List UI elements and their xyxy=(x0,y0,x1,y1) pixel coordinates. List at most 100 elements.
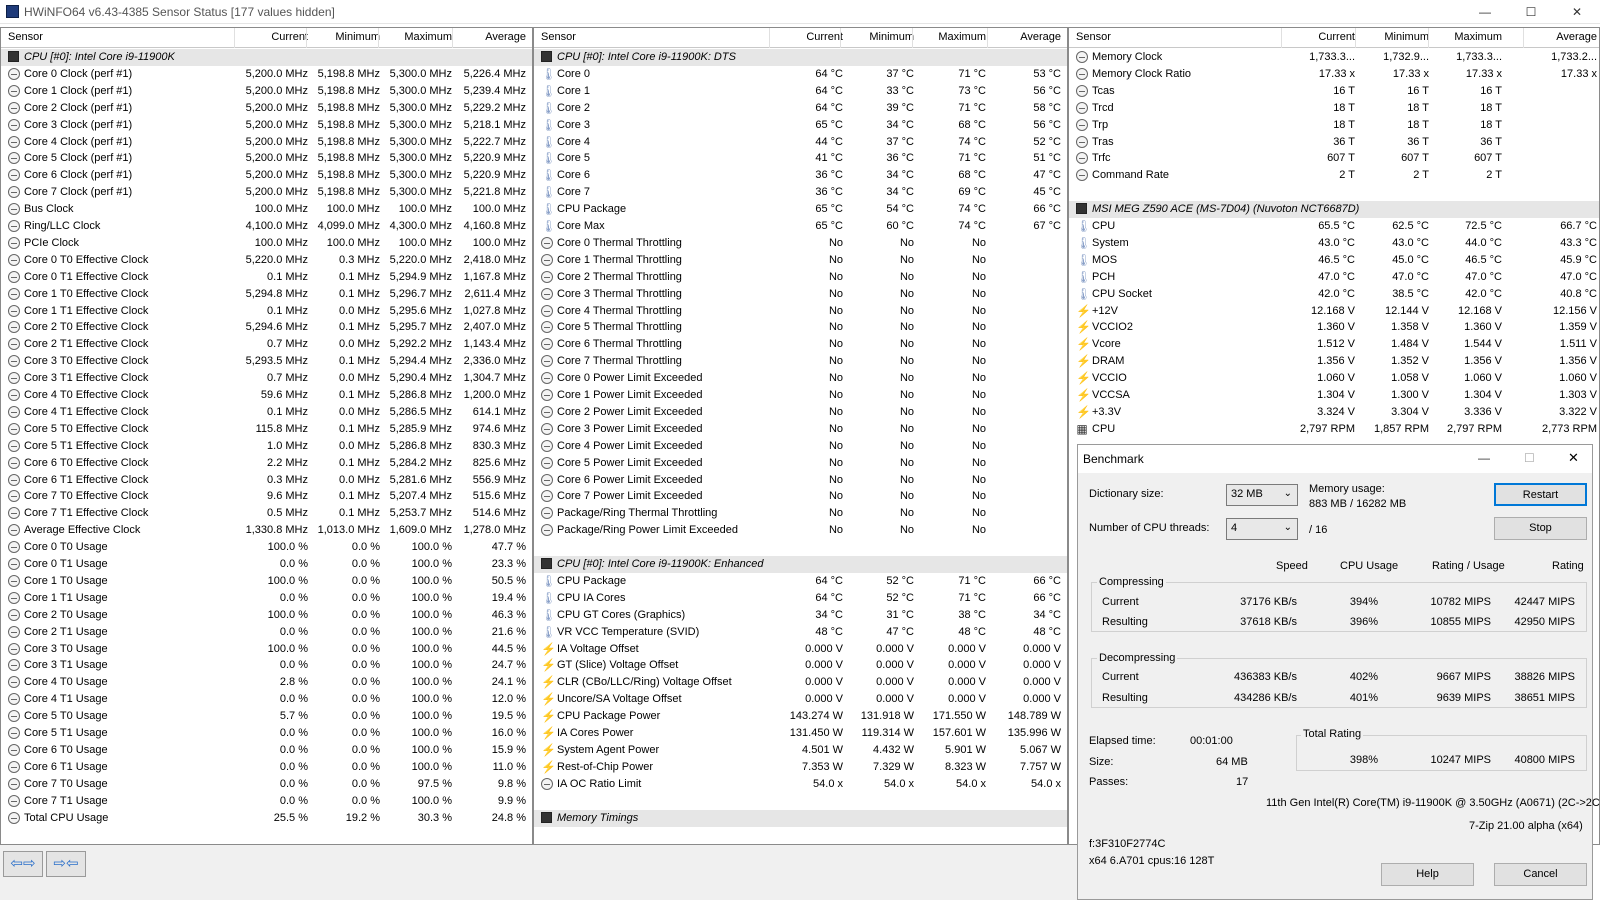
sensor-row[interactable]: Core 5 T0 Usage 5.7 % 0.0 % 100.0 % 19.5 % xyxy=(1,708,532,725)
sensor-row[interactable]: ⚡ CLR (CBo/LLC/Ring) Voltage Offset 0.000 … xyxy=(534,674,1067,691)
sensor-row[interactable]: 🌡 CPU IA Cores 64 °C 52 °C 71 °C 66 °C xyxy=(534,590,1067,607)
sensor-row[interactable]: Core 6 Power Limit Exceeded No No No xyxy=(534,472,1067,489)
header-maximum[interactable]: Maximum xyxy=(1454,31,1502,43)
sensor-row[interactable]: Core 5 Power Limit Exceeded No No No xyxy=(534,455,1067,472)
navigate-reset-button[interactable]: ⇨⇦ xyxy=(46,851,86,877)
sensor-row[interactable]: Core 2 T0 Effective Clock 5,294.6 MHz 0.1 … xyxy=(1,319,532,336)
header-sensor[interactable]: Sensor xyxy=(1076,31,1111,43)
sensor-row[interactable]: Core 7 T0 Usage 0.0 % 0.0 % 97.5 % 9.8 % xyxy=(1,776,532,793)
sensor-row[interactable]: Core 5 T1 Effective Clock 1.0 MHz 0.0 MHz 5… xyxy=(1,438,532,455)
sensor-row[interactable]: 🌡 PCH 47.0 °C 47.0 °C 47.0 °C 47.0 °C xyxy=(1069,269,1599,286)
sensor-row[interactable]: Tcas 16 T 16 T 16 T xyxy=(1069,83,1599,100)
sensor-row[interactable]: Command Rate 2 T 2 T 2 T xyxy=(1069,167,1599,184)
sensor-row[interactable]: Core 0 Thermal Throttling No No No xyxy=(534,235,1067,252)
header-separator[interactable] xyxy=(1523,28,1524,48)
sensor-row[interactable]: Core 3 T1 Effective Clock 0.7 MHz 0.0 MHz 5… xyxy=(1,370,532,387)
sensor-group-header[interactable]: MSI MEG Z590 ACE (MS-7D04) (Nuvoton NCT6… xyxy=(1069,201,1599,219)
sensor-row[interactable]: Core 5 Thermal Throttling No No No xyxy=(534,319,1067,336)
sensor-row[interactable]: Memory Clock 1,733.3... 1,732.9... 1,733.3.… xyxy=(1069,49,1599,66)
sensor-group-header[interactable]: Memory Timings xyxy=(534,809,1067,827)
header-current[interactable]: Current xyxy=(1318,31,1355,43)
sensor-group-header[interactable]: CPU [#0]: Intel Core i9-11900K: Enhanced xyxy=(534,556,1067,573)
sensor-panel-2[interactable]: Sensor Current Minimum Maximum Average CPU [#… xyxy=(533,27,1068,845)
sensor-row[interactable]: 🌡 MOS 46.5 °C 45.0 °C 46.5 °C 45.9 °C xyxy=(1069,252,1599,269)
sensor-row[interactable]: Core 4 T0 Usage 2.8 % 0.0 % 100.0 % 24.1 % xyxy=(1,674,532,691)
header-maximum[interactable]: Maximum xyxy=(938,31,986,43)
cpu-threads-select[interactable]: 4 ⌄ xyxy=(1226,518,1298,540)
minimize-button[interactable]: — xyxy=(1462,0,1508,24)
sensor-row[interactable]: Core 6 T1 Effective Clock 0.3 MHz 0.0 MHz 5… xyxy=(1,472,532,489)
sensor-row[interactable]: Package/Ring Power Limit Exceeded No No No xyxy=(534,522,1067,539)
sensor-row[interactable]: Core 6 Clock (perf #1) 5,200.0 MHz 5,198.8… xyxy=(1,167,532,184)
sensor-row[interactable]: 🌡 Core 0 64 °C 37 °C 71 °C 53 °C xyxy=(534,66,1067,83)
sensor-row[interactable]: ⚡ VCCIO 1.060 V 1.058 V 1.060 V 1.060 V xyxy=(1069,370,1599,387)
header-separator[interactable] xyxy=(987,28,988,48)
dictionary-size-select[interactable]: 32 MB ⌄ xyxy=(1226,484,1298,506)
sensor-row[interactable]: ⚡ Vcore 1.512 V 1.484 V 1.544 V 1.511 V xyxy=(1069,336,1599,353)
sensor-row[interactable]: Core 6 T0 Effective Clock 2.2 MHz 0.1 MHz 5… xyxy=(1,455,532,472)
sensor-row[interactable]: IA OC Ratio Limit 54.0 x 54.0 x 54.0 x 54.0 … xyxy=(534,776,1067,793)
header-current[interactable]: Current xyxy=(271,31,308,43)
sensor-row[interactable]: Core 0 T1 Usage 0.0 % 0.0 % 100.0 % 23.3 % xyxy=(1,556,532,573)
header-separator[interactable] xyxy=(912,28,913,48)
benchmark-minimize-button[interactable]: — xyxy=(1478,451,1490,465)
sensor-row[interactable]: Core 3 Clock (perf #1) 5,200.0 MHz 5,198.8… xyxy=(1,117,532,134)
sensor-row[interactable]: Core 4 T1 Effective Clock 0.1 MHz 0.0 MHz 5… xyxy=(1,404,532,421)
sensor-row[interactable]: ⚡ CPU Package Power 143.274 W 131.918 W 171.… xyxy=(534,708,1067,725)
sensor-row[interactable]: Core 4 Power Limit Exceeded No No No xyxy=(534,438,1067,455)
header-separator[interactable] xyxy=(378,28,379,48)
header-average[interactable]: Average xyxy=(1556,31,1597,43)
sensor-row[interactable]: Core 3 Thermal Throttling No No No xyxy=(534,286,1067,303)
sensor-row[interactable]: 🌡 CPU Socket 42.0 °C 38.5 °C 42.0 °C 40.8 °C xyxy=(1069,286,1599,303)
sensor-row[interactable]: Core 3 T0 Effective Clock 5,293.5 MHz 0.1 … xyxy=(1,353,532,370)
sensor-row[interactable]: Core 6 Thermal Throttling No No No xyxy=(534,336,1067,353)
sensor-row[interactable]: 🌡 Core 5 41 °C 36 °C 71 °C 51 °C xyxy=(534,150,1067,167)
header-minimum[interactable]: Minimum xyxy=(869,31,914,43)
sensor-row[interactable]: Core 7 T1 Effective Clock 0.5 MHz 0.1 MHz 5… xyxy=(1,505,532,522)
sensor-row[interactable]: Core 1 Power Limit Exceeded No No No xyxy=(534,387,1067,404)
header-separator[interactable] xyxy=(840,28,841,48)
sensor-row[interactable]: Core 0 T0 Effective Clock 5,220.0 MHz 0.3 … xyxy=(1,252,532,269)
sensor-row[interactable]: Core 5 Clock (perf #1) 5,200.0 MHz 5,198.8… xyxy=(1,150,532,167)
sensor-row[interactable]: Bus Clock 100.0 MHz 100.0 MHz 100.0 MHz 100.… xyxy=(1,201,532,218)
sensor-row[interactable]: Core 1 Thermal Throttling No No No xyxy=(534,252,1067,269)
sensor-row[interactable]: Core 4 Thermal Throttling No No No xyxy=(534,303,1067,320)
sensor-row[interactable]: Core 7 T0 Effective Clock 9.6 MHz 0.1 MHz 5… xyxy=(1,488,532,505)
sensor-row[interactable]: Core 7 Clock (perf #1) 5,200.0 MHz 5,198.8… xyxy=(1,184,532,201)
header-current[interactable]: Current xyxy=(806,31,843,43)
sensor-row[interactable]: Core 3 T0 Usage 100.0 % 0.0 % 100.0 % 44.5 % xyxy=(1,641,532,658)
sensor-row[interactable]: Core 2 Clock (perf #1) 5,200.0 MHz 5,198.8… xyxy=(1,100,532,117)
sensor-row[interactable]: Ring/LLC Clock 4,100.0 MHz 4,099.0 MHz 4,30… xyxy=(1,218,532,235)
sensor-row[interactable]: Core 2 T1 Usage 0.0 % 0.0 % 100.0 % 21.6 % xyxy=(1,624,532,641)
sensor-row[interactable]: Tras 36 T 36 T 36 T xyxy=(1069,134,1599,151)
sensor-row[interactable]: Total CPU Usage 25.5 % 19.2 % 30.3 % 24.8 % xyxy=(1,810,532,827)
header-separator[interactable] xyxy=(769,28,770,48)
sensor-row[interactable]: Core 0 T0 Usage 100.0 % 0.0 % 100.0 % 47.7 % xyxy=(1,539,532,556)
sensor-row[interactable]: Core 7 Power Limit Exceeded No No No xyxy=(534,488,1067,505)
sensor-row[interactable]: ⚡ System Agent Power 4.501 W 4.432 W 5.901 W… xyxy=(534,742,1067,759)
sensor-row[interactable]: Core 1 T0 Effective Clock 5,294.8 MHz 0.1 … xyxy=(1,286,532,303)
sensor-row[interactable]: Core 2 Power Limit Exceeded No No No xyxy=(534,404,1067,421)
header-separator[interactable] xyxy=(1428,28,1429,48)
sensor-row[interactable]: PCIe Clock 100.0 MHz 100.0 MHz 100.0 MHz 100… xyxy=(1,235,532,252)
sensor-row[interactable]: Memory Clock Ratio 17.33 x 17.33 x 17.33 x 1… xyxy=(1069,66,1599,83)
close-button[interactable]: ✕ xyxy=(1554,0,1600,24)
sensor-group-header[interactable]: CPU [#0]: Intel Core i9-11900K: DTS xyxy=(534,49,1067,66)
sensor-row[interactable]: 🌡 Core 6 36 °C 34 °C 68 °C 47 °C xyxy=(534,167,1067,184)
sensor-row[interactable]: Core 0 Power Limit Exceeded No No No xyxy=(534,370,1067,387)
sensor-row[interactable]: Core 4 T1 Usage 0.0 % 0.0 % 100.0 % 12.0 % xyxy=(1,691,532,708)
sensor-row[interactable]: ⚡ Uncore/SA Voltage Offset 0.000 V 0.000 V 0… xyxy=(534,691,1067,708)
sensor-row[interactable]: Core 1 T1 Effective Clock 0.1 MHz 0.0 MHz 5… xyxy=(1,303,532,320)
sensor-row[interactable]: Core 1 Clock (perf #1) 5,200.0 MHz 5,198.8… xyxy=(1,83,532,100)
sensor-row[interactable]: ⚡ +3.3V 3.324 V 3.304 V 3.336 V 3.322 V xyxy=(1069,404,1599,421)
sensor-row[interactable]: ▦ CPU 2,797 RPM 1,857 RPM 2,797 RPM 2,773 RPM xyxy=(1069,421,1599,438)
header-separator[interactable] xyxy=(306,28,307,48)
sensor-row[interactable]: Average Effective Clock 1,330.8 MHz 1,013.… xyxy=(1,522,532,539)
sensor-row[interactable]: ⚡ DRAM 1.356 V 1.352 V 1.356 V 1.356 V xyxy=(1069,353,1599,370)
sensor-row[interactable]: Core 6 T0 Usage 0.0 % 0.0 % 100.0 % 15.9 % xyxy=(1,742,532,759)
maximize-button[interactable]: ☐ xyxy=(1508,0,1554,24)
restart-button[interactable]: Restart xyxy=(1494,483,1587,506)
sensor-row[interactable]: Package/Ring Thermal Throttling No No No xyxy=(534,505,1067,522)
header-average[interactable]: Average xyxy=(485,31,526,43)
sensor-row[interactable]: Core 3 T1 Usage 0.0 % 0.0 % 100.0 % 24.7 % xyxy=(1,657,532,674)
